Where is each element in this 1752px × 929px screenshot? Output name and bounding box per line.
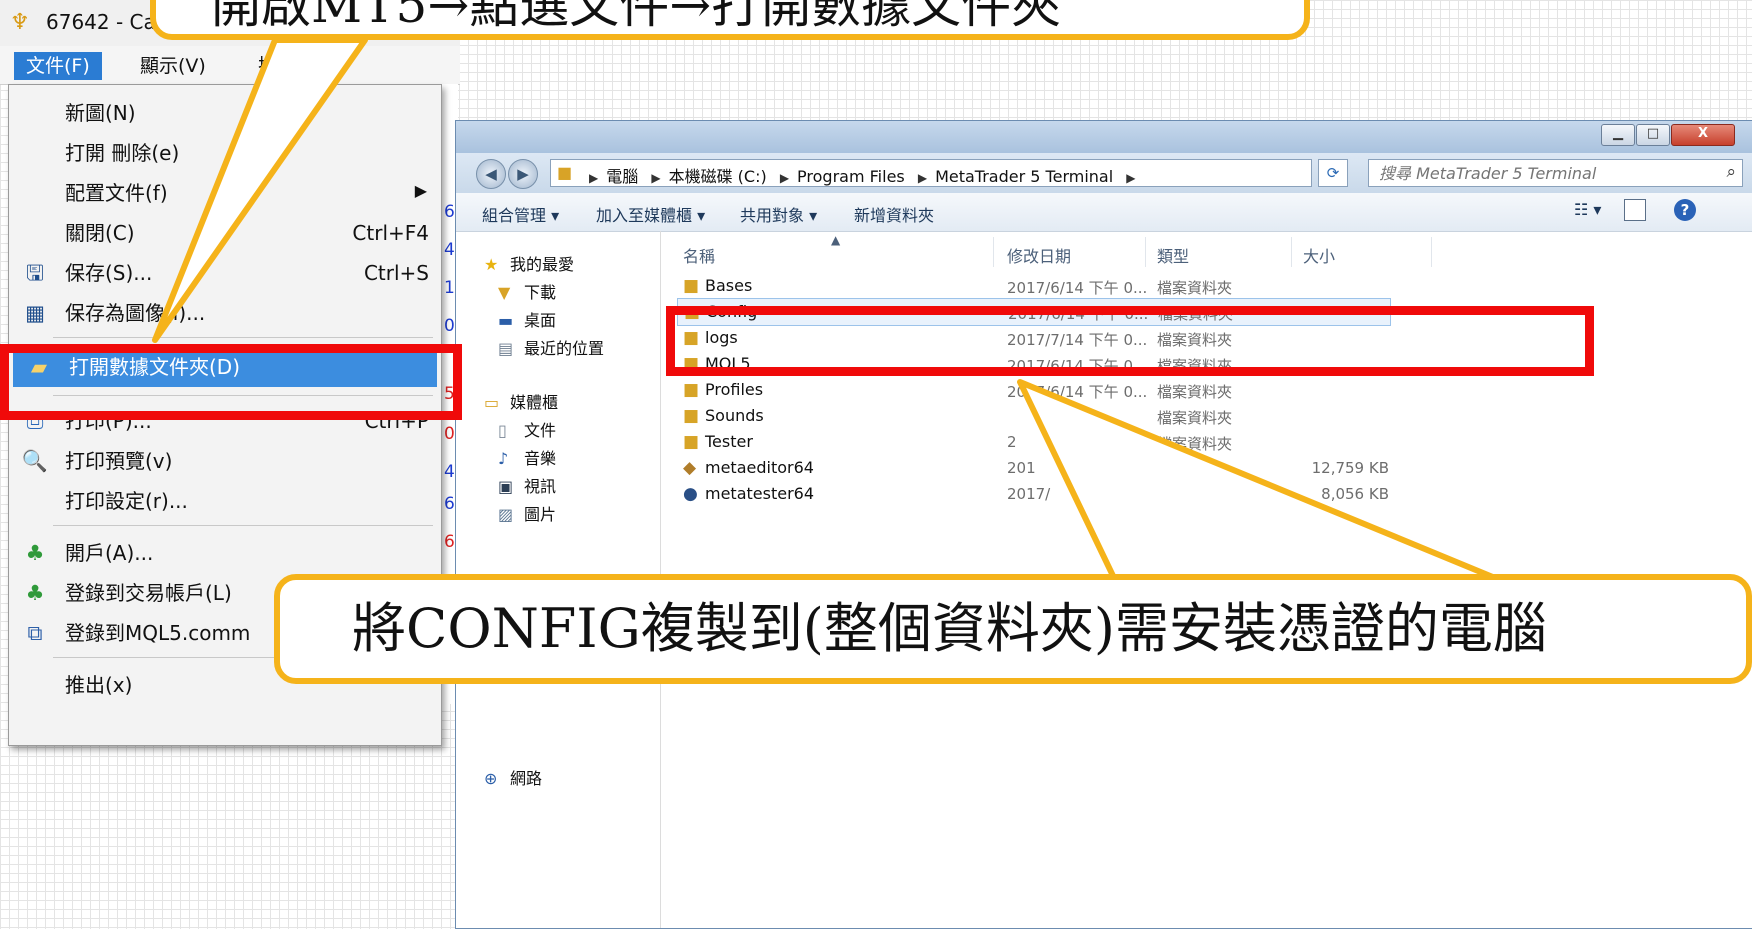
bottom-callout-pointer	[1017, 379, 1503, 583]
highlight-box-menu-item	[0, 344, 462, 420]
top-callout-pointer	[152, 37, 368, 343]
instruction-callout-top: 開啟MT5→點選文件→打開數據文件夾	[150, 0, 1310, 40]
highlight-box-config-folder	[666, 306, 1594, 376]
callout-pointers	[152, 37, 1503, 583]
instruction-callout-bottom: 將CONFIG複製到(整個資料夾)需安裝憑證的電腦	[274, 574, 1752, 684]
